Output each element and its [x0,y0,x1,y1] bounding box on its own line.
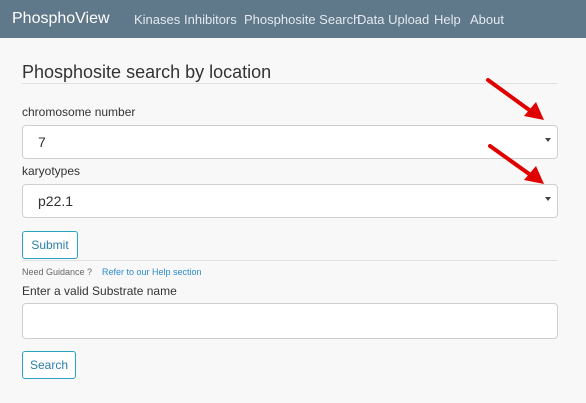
substrate-label: Enter a valid Substrate name [22,284,177,298]
nav-link-phosphosite-search[interactable]: Phosphosite Search [244,12,360,27]
karyotypes-select-value: p22.1 [38,193,74,209]
brand-logo[interactable]: PhosphoView [12,10,110,28]
chromosome-select-value: 7 [38,134,46,150]
annotation-arrow-icon [488,144,544,184]
annotation-arrow-icon [486,78,544,120]
nav-link-help[interactable]: Help [434,12,461,27]
chevron-down-icon [545,197,551,201]
nav-link-kinases[interactable]: Kinases [134,12,180,27]
search-button[interactable]: Search [22,351,76,379]
help-section-link[interactable]: Refer to our Help section [102,267,202,277]
section-divider [22,260,558,261]
substrate-input[interactable] [22,303,558,339]
chromosome-select[interactable]: 7 [22,125,558,159]
title-divider [22,83,558,84]
submit-button[interactable]: Submit [22,231,78,259]
top-navbar: PhosphoView Kinases Inhibitors Phosphosi… [0,0,586,38]
page-title: Phosphosite search by location [22,62,272,82]
guidance-text: Need Guidance ? [22,267,93,277]
nav-link-data-upload[interactable]: Data Upload [357,12,429,27]
nav-link-inhibitors[interactable]: Inhibitors [184,12,237,27]
karyotypes-select[interactable]: p22.1 [22,184,558,218]
nav-link-about[interactable]: About [470,12,504,27]
chromosome-label: chromosome number [22,105,136,119]
karyotypes-label: karyotypes [22,164,81,178]
